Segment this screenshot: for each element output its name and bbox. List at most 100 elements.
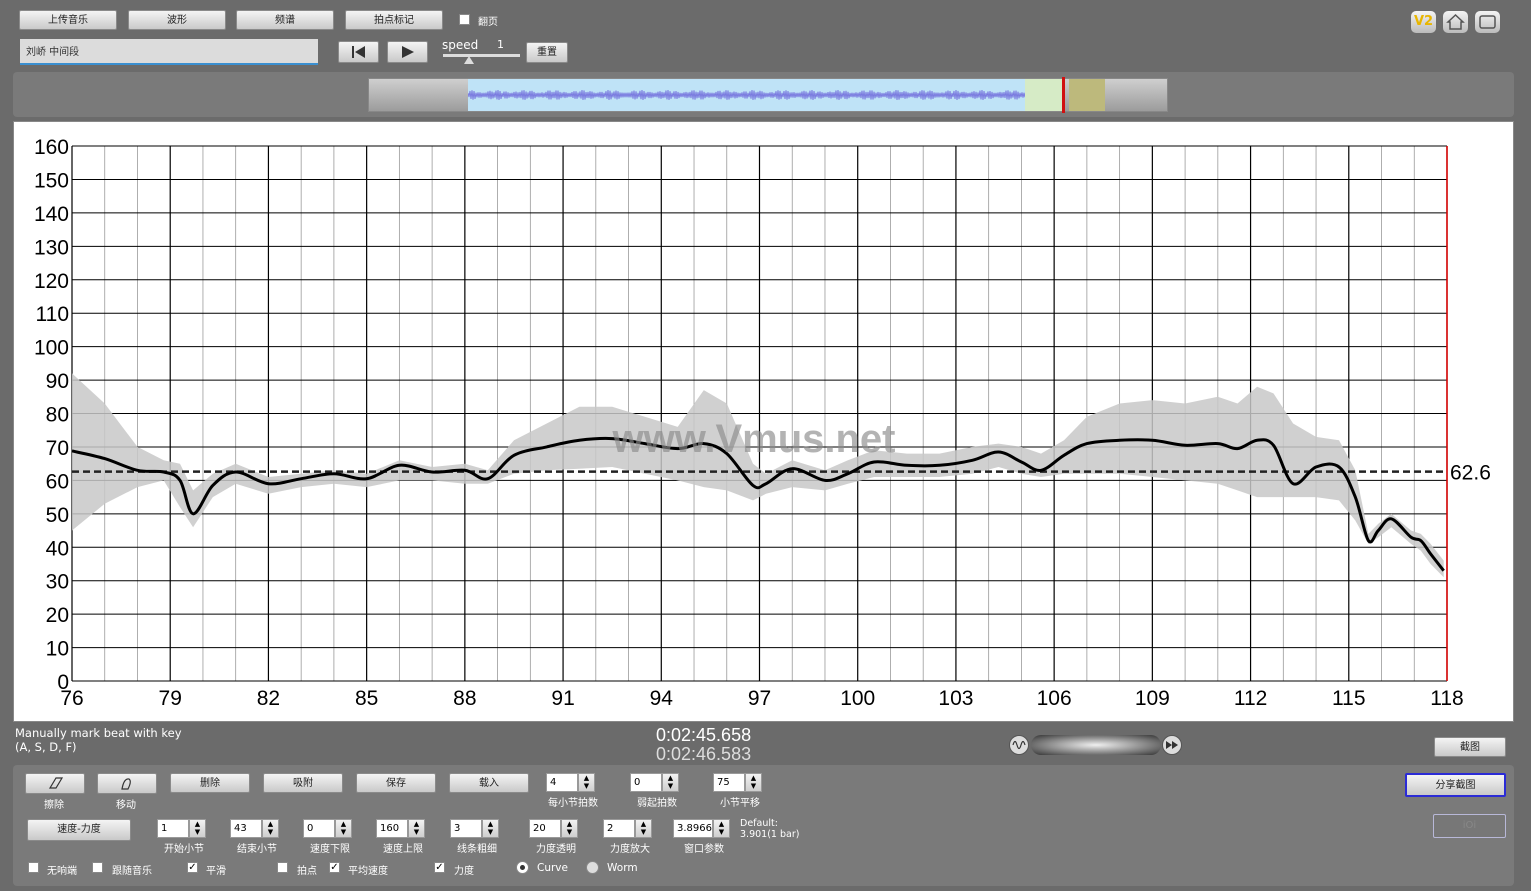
load-button[interactable]: 载入	[449, 773, 529, 793]
volume-bar[interactable]	[1031, 735, 1161, 755]
play-icon	[402, 46, 414, 58]
beats-per-bar-arrows[interactable]: ▲ ▼	[578, 773, 595, 792]
tempo-min-arrows[interactable]: ▲ ▼	[335, 819, 352, 838]
x-tick-label: 94	[650, 687, 674, 710]
start-bar-stepper[interactable]: 1 ▲ ▼ 开始小节	[157, 819, 207, 855]
dyn-scale-label: 力度放大	[610, 844, 650, 855]
upbeat-stepper[interactable]: 0 ▲ ▼ 弱起拍数	[630, 773, 680, 809]
dyn-transparency-input[interactable]: 20	[529, 819, 561, 838]
overview-green-zone	[1025, 79, 1064, 111]
bar-shift-arrows[interactable]: ▲ ▼	[745, 773, 762, 792]
radio-curve[interactable]	[516, 861, 529, 874]
start-bar-input[interactable]: 1	[157, 819, 189, 838]
save-button[interactable]: 保存	[356, 773, 436, 793]
time-end: 0:02:46.583	[656, 744, 752, 764]
speed-slider-thumb[interactable]	[464, 56, 474, 64]
spectrum-button[interactable]: 频谱	[236, 10, 334, 30]
x-tick-label: 76	[60, 687, 83, 710]
x-tick-label: 106	[1037, 687, 1072, 710]
average-tempo-label: 62.6	[1450, 462, 1491, 485]
beats-per-bar-stepper[interactable]: 4 ▲ ▼ 每小节拍数	[546, 773, 598, 809]
v2-button[interactable]: V2	[1411, 11, 1436, 33]
tempo-max-input[interactable]: 160	[376, 819, 408, 838]
tempo-min-stepper[interactable]: 0 ▲ ▼ 速度下限	[303, 819, 353, 855]
upload-music-button[interactable]: 上传音乐	[19, 10, 117, 30]
tempo-min-label: 速度下限	[310, 844, 350, 855]
dyn-transparency-stepper[interactable]: 20 ▲ ▼ 力度透明	[529, 819, 579, 855]
hint-line1: Manually mark beat with key	[15, 726, 182, 740]
end-bar-stepper[interactable]: 43 ▲ ▼ 结束小节	[230, 819, 280, 855]
beats-per-bar-input[interactable]: 4	[546, 773, 578, 792]
bar-shift-input[interactable]: 75	[713, 773, 745, 792]
tempo-max-stepper[interactable]: 160 ▲ ▼ 速度上限	[376, 819, 426, 855]
line-width-input[interactable]: 3	[450, 819, 482, 838]
checkbox-average-tempo[interactable]: ✓	[329, 862, 340, 873]
line-width-arrows[interactable]: ▲ ▼	[482, 819, 499, 838]
fullscreen-button[interactable]	[1475, 11, 1500, 33]
wave-icon	[1012, 740, 1026, 750]
dyn-scale-input[interactable]: 2	[603, 819, 635, 838]
checkbox-beats[interactable]	[277, 862, 288, 873]
dyn-scale-stepper[interactable]: 2 ▲ ▼ 力度放大	[603, 819, 653, 855]
end-bar-arrows[interactable]: ▲ ▼	[262, 819, 279, 838]
reset-button[interactable]: 重置	[526, 42, 568, 63]
move-button[interactable]	[97, 773, 157, 794]
fast-forward-button[interactable]	[1162, 735, 1182, 755]
line-width-stepper[interactable]: 3 ▲ ▼ 线条粗细	[450, 819, 500, 855]
eraser-icon	[48, 777, 64, 789]
radio-worm[interactable]	[586, 861, 599, 874]
tempo-chart[interactable]: 62.6 www.Vmus.net 0102030405060708090100…	[14, 122, 1513, 721]
beat-mark-button[interactable]: 拍点标记	[345, 10, 443, 30]
x-tick-label: 85	[355, 687, 378, 710]
checkbox-dynamics-label: 力度	[454, 866, 474, 877]
overview-selection[interactable]	[467, 79, 1026, 111]
y-tick-label: 80	[46, 404, 69, 427]
checkbox-no-response[interactable]	[28, 862, 39, 873]
tempo-max-label: 速度上限	[383, 844, 423, 855]
x-tick-label: 109	[1135, 687, 1170, 710]
window-param-arrows[interactable]: ▲ ▼	[713, 819, 730, 838]
x-tick-label: 112	[1234, 687, 1267, 710]
overview-playhead[interactable]	[1062, 77, 1065, 113]
tempo-min-input[interactable]: 0	[303, 819, 335, 838]
page-turn-checkbox[interactable]	[459, 14, 470, 25]
y-tick-label: 50	[46, 504, 69, 527]
watermark-text: www.Vmus.net	[611, 417, 895, 461]
bar-shift-label: 小节平移	[720, 798, 760, 809]
x-tick-label: 97	[748, 687, 771, 710]
upbeat-input[interactable]: 0	[630, 773, 662, 792]
speed-slider[interactable]	[443, 54, 520, 57]
dyn-transparency-arrows[interactable]: ▲ ▼	[561, 819, 578, 838]
dyn-scale-arrows[interactable]: ▲ ▼	[635, 819, 652, 838]
checkbox-beats-label: 拍点	[297, 866, 317, 877]
x-tick-label: 118	[1430, 687, 1463, 710]
upbeat-arrows[interactable]: ▲ ▼	[662, 773, 679, 792]
waveform-button[interactable]: 波形	[128, 10, 226, 30]
line-width-label: 线条粗细	[457, 844, 497, 855]
checkbox-dynamics[interactable]: ✓	[434, 862, 445, 873]
bar-shift-stepper[interactable]: 75 ▲ ▼ 小节平移	[713, 773, 763, 809]
y-tick-label: 20	[46, 604, 69, 627]
wave-toggle-button[interactable]	[1009, 735, 1029, 755]
erase-button[interactable]	[25, 773, 85, 794]
end-bar-input[interactable]: 43	[230, 819, 262, 838]
share-screenshot-button[interactable]: 分享截图	[1405, 773, 1506, 797]
window-param-label: 窗口参数	[684, 844, 724, 855]
screenshot-button[interactable]: 截图	[1434, 737, 1506, 757]
rewind-button[interactable]	[338, 41, 379, 63]
home-button[interactable]	[1443, 11, 1468, 33]
play-button[interactable]	[387, 41, 428, 63]
track-name-field[interactable]: 刘峤 中间段	[20, 39, 318, 65]
checkbox-follow-music[interactable]	[92, 862, 103, 873]
window-param-stepper[interactable]: 3.8966 ▲ ▼ 窗口参数	[673, 819, 731, 855]
x-tick-label: 82	[257, 687, 280, 710]
start-bar-arrows[interactable]: ▲ ▼	[189, 819, 206, 838]
absorb-button[interactable]: 吸附	[263, 773, 343, 793]
checkbox-smooth[interactable]: ✓	[187, 862, 198, 873]
delete-button[interactable]: 删除	[170, 773, 250, 793]
tempo-dynamics-button[interactable]: 速度-力度	[27, 819, 131, 841]
tempo-max-arrows[interactable]: ▲ ▼	[408, 819, 425, 838]
overview-waveform	[467, 89, 1026, 101]
radio-worm-label: Worm	[607, 862, 638, 874]
window-param-input[interactable]: 3.8966	[673, 819, 713, 838]
